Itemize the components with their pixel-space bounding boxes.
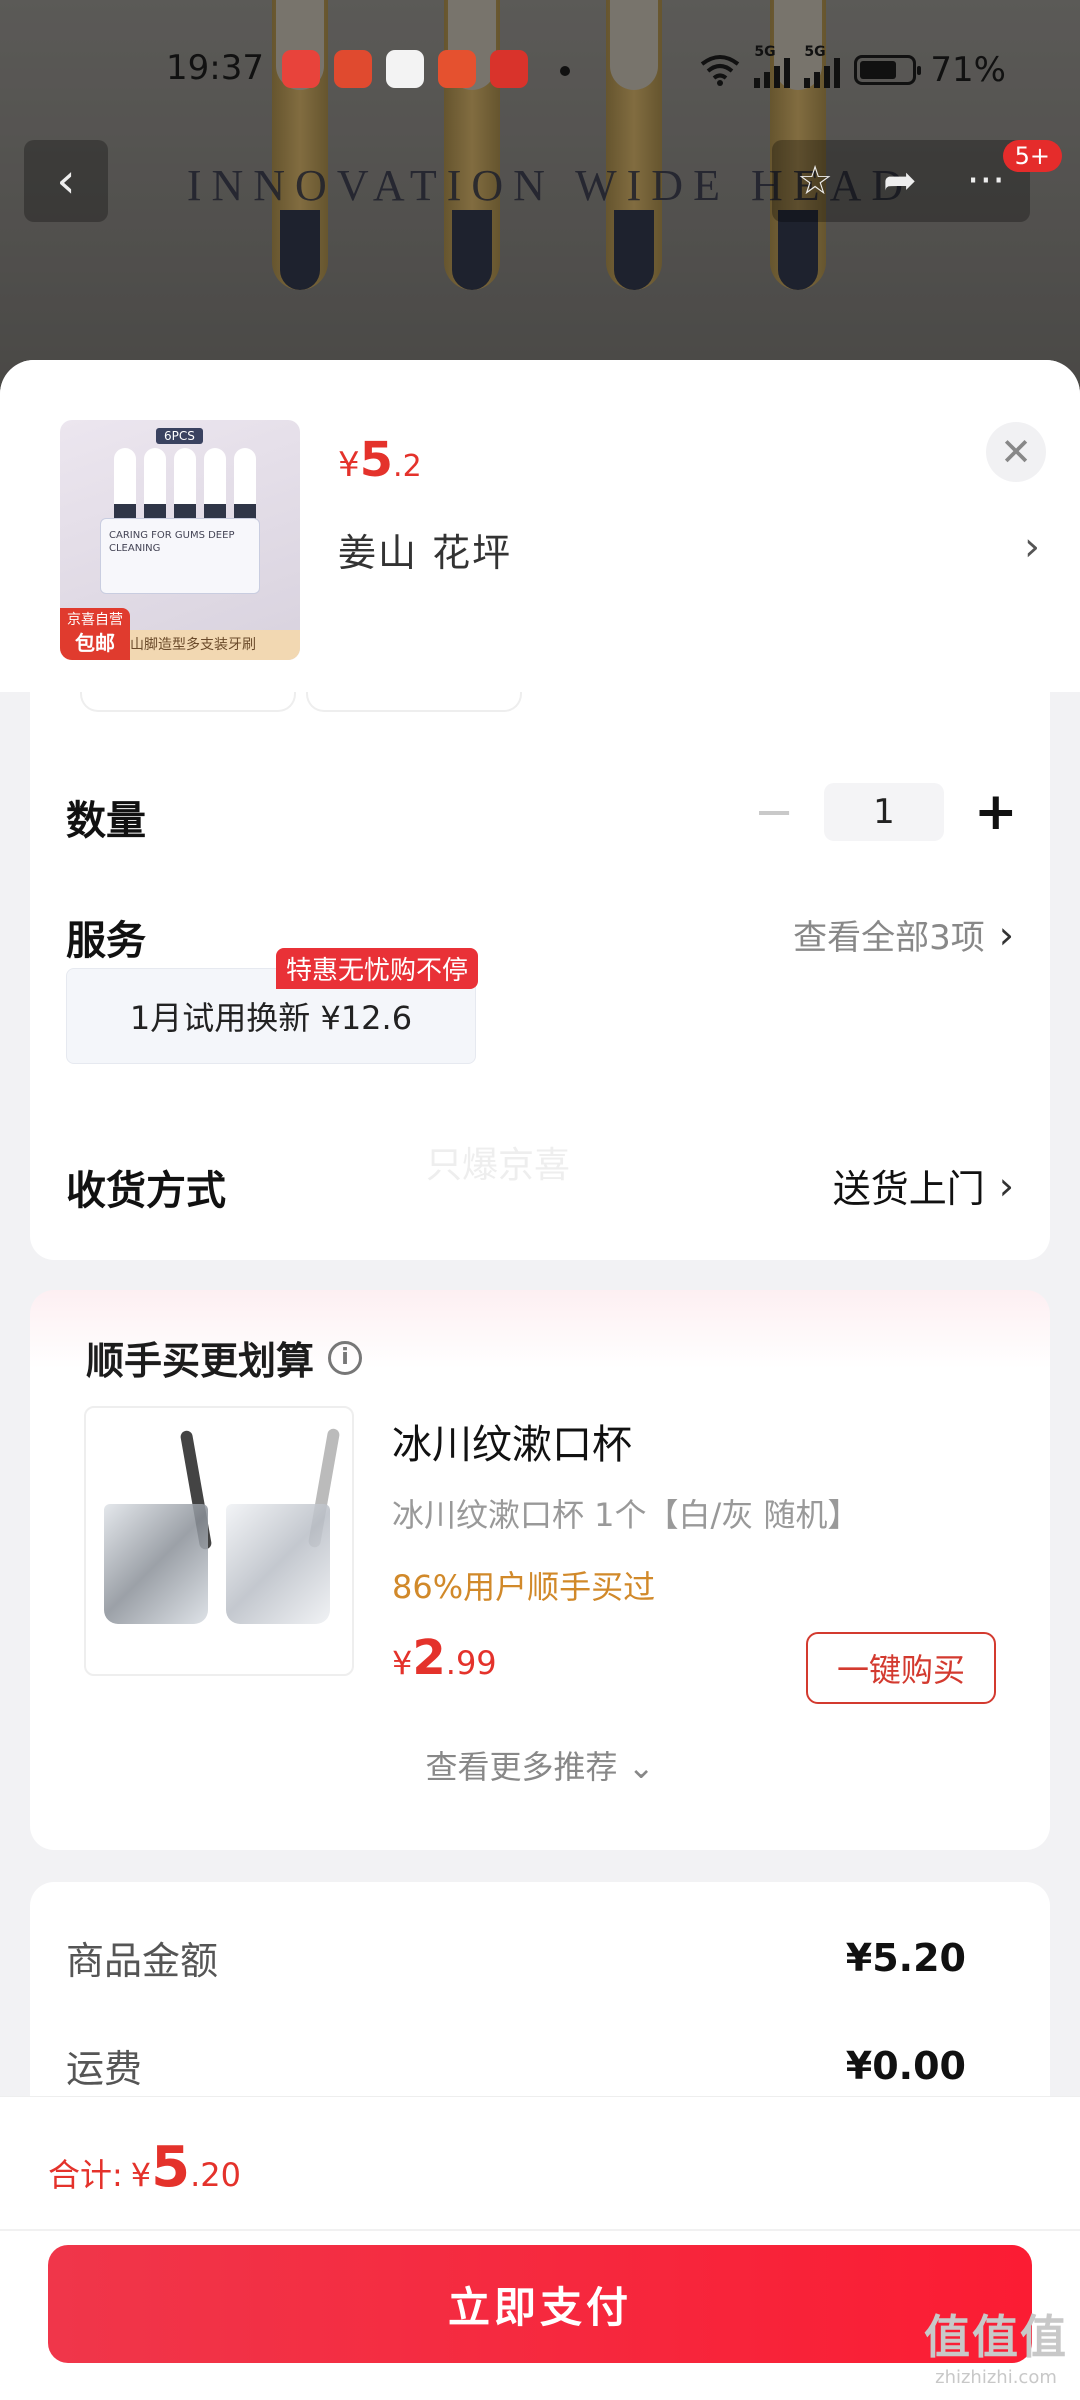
status-bar: 19:37 5G 5G 71%: [0, 0, 1080, 145]
app-notification-icon: [282, 50, 320, 88]
chevron-down-icon: ⌄: [627, 1748, 655, 1786]
more-notifications-dot: [560, 66, 570, 76]
product-thumbnail[interactable]: 6PCS CARING FOR GUMS DEEP CLEANING 山脚造型多…: [60, 420, 300, 660]
close-icon: ✕: [1000, 430, 1032, 474]
one-click-buy-button[interactable]: 一键购买: [806, 1632, 996, 1704]
plus-icon[interactable]: +: [974, 782, 1018, 842]
status-time: 19:37: [166, 48, 264, 88]
shipping-row: 运费 ¥0.00: [66, 2038, 966, 2093]
watermark-text: 只爆京喜: [426, 1145, 571, 1186]
addon-thumbnail[interactable]: [84, 1406, 354, 1676]
more-icon[interactable]: ···: [967, 158, 1005, 204]
shipping-value: ¥0.00: [845, 2043, 966, 2088]
addon-section-title: 顺手买更划算 i: [86, 1330, 363, 1385]
app-notification-icon: [490, 50, 528, 88]
delivery-method-selector[interactable]: 送货上门 ›: [833, 1158, 1014, 1213]
app-notification-icon: [438, 50, 476, 88]
addon-price: ¥2.99: [392, 1630, 497, 1686]
service-label: 服务: [66, 918, 146, 964]
goods-amount-row: 商品金额 ¥5.20: [66, 1930, 966, 1985]
chevron-right-icon: ›: [998, 912, 1014, 957]
battery-icon: [854, 55, 922, 85]
info-icon[interactable]: i: [328, 1340, 363, 1375]
star-icon[interactable]: ☆: [797, 158, 833, 204]
total-amount: 合计: ¥5.20: [48, 2135, 242, 2200]
goods-amount-label: 商品金额: [66, 1939, 219, 1983]
addon-name[interactable]: 冰川纹漱口杯: [392, 1412, 632, 1470]
service-view-all[interactable]: 查看全部3项 ›: [793, 910, 1014, 959]
sheet-header: 6PCS CARING FOR GUMS DEEP CLEANING 山脚造型多…: [0, 360, 1080, 692]
notification-icons: [282, 50, 528, 88]
cup-graphic: [104, 1504, 208, 1624]
options-card: 数量 − 1 + 服务 查看全部3项 › 1月试用换新 ¥12.6 特惠无忧购不…: [30, 660, 1050, 1260]
free-shipping-tag: 京喜自营 包邮: [60, 608, 130, 660]
pay-now-button[interactable]: 立即支付: [48, 2245, 1032, 2363]
service-view-all-label: 查看全部3项: [793, 918, 985, 958]
delivery-method-label: 收货方式: [66, 1168, 226, 1214]
delivery-address[interactable]: 姜山 花坪: [338, 522, 512, 577]
chevron-right-icon: ›: [998, 1163, 1014, 1208]
minus-icon[interactable]: −: [754, 784, 794, 840]
app-notification-icon: [386, 50, 424, 88]
thumb-pack-label: 6PCS: [156, 428, 203, 444]
status-indicators: 5G 5G 71%: [700, 44, 1006, 90]
more-recommendations-link[interactable]: 查看更多推荐 ⌄: [30, 1742, 1050, 1788]
delivery-method-value: 送货上门: [832, 1167, 985, 1211]
service-promo-tag: 特惠无忧购不停: [276, 948, 479, 989]
battery-percent: 71%: [930, 50, 1006, 90]
signal-icon: 5G: [754, 44, 791, 88]
signal-icon: 5G: [804, 44, 841, 88]
shipping-label: 运费: [66, 2047, 143, 2091]
chevron-left-icon: ‹: [56, 153, 76, 209]
quantity-label: 数量: [66, 798, 146, 844]
addon-description: 冰川纹漱口杯 1个【白/灰 随机】: [392, 1496, 860, 1534]
share-icon[interactable]: ➦: [883, 158, 917, 204]
goods-amount-value: ¥5.20: [845, 1935, 966, 1980]
wifi-icon: [701, 55, 740, 86]
quantity-stepper: − 1 +: [754, 782, 1018, 842]
site-watermark: 值值值 zhizhizhi.com: [924, 2310, 1068, 2388]
back-button[interactable]: ‹: [24, 140, 108, 222]
total-label: 合计:: [48, 2156, 123, 2194]
addon-card: 顺手买更划算 i 冰川纹漱口杯 冰川纹漱口杯 1个【白/灰 随机】 86%用户顺…: [30, 1290, 1050, 1850]
chevron-right-icon[interactable]: ›: [1024, 524, 1040, 570]
addon-popularity-hint: 86%用户顺手买过: [392, 1568, 656, 1606]
cup-graphic: [226, 1504, 330, 1624]
divider: [0, 2229, 1080, 2231]
purchase-sheet: 6PCS CARING FOR GUMS DEEP CLEANING 山脚造型多…: [0, 360, 1080, 2400]
product-price: ¥5.2: [338, 432, 422, 488]
checkout-bar: 合计: ¥5.20 立即支付 值值值 zhizhizhi.com: [0, 2096, 1080, 2400]
thumb-package-card: CARING FOR GUMS DEEP CLEANING: [100, 518, 260, 594]
close-button[interactable]: ✕: [986, 422, 1046, 482]
quantity-value[interactable]: 1: [824, 783, 944, 841]
hero-actions: ☆ ➦ ···: [772, 140, 1030, 222]
message-badge: 5+: [1002, 140, 1062, 172]
app-notification-icon: [334, 50, 372, 88]
